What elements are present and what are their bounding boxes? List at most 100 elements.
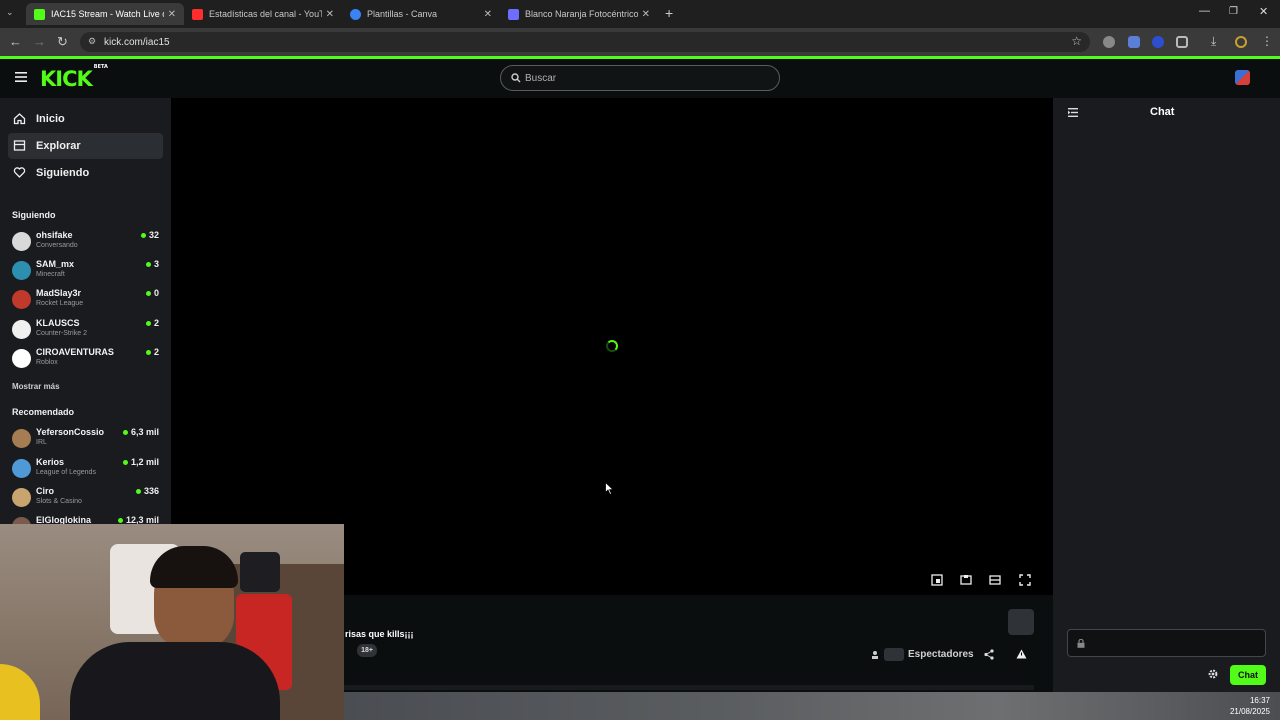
theater-mode-icon[interactable] xyxy=(989,574,1001,586)
followed-channel[interactable]: KLAUSCS Counter-Strike 2 2 xyxy=(0,316,171,344)
sidebar: Inicio Explorar Siguiendo Siguiendo ohsi… xyxy=(0,98,171,524)
viewer-count: 12,3 mil xyxy=(117,515,159,524)
lock-icon xyxy=(1077,639,1085,648)
close-tab-icon[interactable]: ✕ xyxy=(642,9,650,20)
viewer-count: 2 xyxy=(145,347,159,357)
tab-title: Plantillas - Canva xyxy=(367,9,438,19)
beta-badge: BETA xyxy=(93,64,108,70)
show-more-link[interactable]: Mostrar más xyxy=(12,382,60,391)
chat-send-button[interactable]: Chat xyxy=(1230,665,1266,685)
stream-title: risas que kills¡¡¡ xyxy=(345,629,414,639)
tab-title: IAC15 Stream - Watch Live on Kick xyxy=(51,9,164,19)
live-dot-icon xyxy=(140,232,146,238)
browser-tab-canva-design[interactable]: Blanco Naranja Fotocéntrico Moderno ✕ xyxy=(500,3,658,25)
browser-tab-bar: ⌄ IAC15 Stream - Watch Live on Kick ✕ Es… xyxy=(0,0,1280,28)
channel-category: Conversando xyxy=(36,242,78,249)
canva-favicon-icon xyxy=(350,8,361,20)
channel-name: ElGloglokina xyxy=(36,515,92,524)
age-tag-badge[interactable]: 18+ xyxy=(357,644,377,657)
webcam-overlay xyxy=(0,524,344,720)
bookmark-star-icon[interactable]: ☆ xyxy=(1071,34,1082,48)
recommended-channel[interactable]: YefersonCossio IRL 6,3 mil xyxy=(0,425,171,453)
site-info-icon[interactable]: ⚙ xyxy=(88,36,96,47)
followed-channel[interactable]: SAM_mx Minecraft 3 xyxy=(0,257,171,285)
new-tab-icon[interactable]: + xyxy=(665,5,673,21)
close-tab-icon[interactable]: ✕ xyxy=(326,9,334,20)
browser-tab-youtube[interactable]: Estadísticas del canal - YouTube Studio … xyxy=(184,3,342,25)
menu-icon[interactable] xyxy=(15,72,27,82)
fullscreen-icon[interactable] xyxy=(1019,574,1031,586)
viewer-count-placeholder xyxy=(884,648,904,661)
system-clock[interactable]: 16:37 21/08/2025 xyxy=(1230,695,1270,717)
recommended-section-title: Recomendado xyxy=(12,407,75,417)
channel-category: Slots & Casino xyxy=(36,498,82,505)
chat-panel xyxy=(1053,98,1280,692)
channel-category: Counter-Strike 2 xyxy=(36,330,87,337)
tab-title: Blanco Naranja Fotocéntrico Moderno xyxy=(525,9,638,19)
share-icon[interactable] xyxy=(984,649,994,660)
collapse-chat-icon[interactable] xyxy=(1068,108,1078,117)
channel-name: Kerios xyxy=(36,457,65,467)
restore-window-icon[interactable]: ❐ xyxy=(1229,6,1238,17)
extension-camera-icon[interactable] xyxy=(1103,36,1115,48)
tab-search-icon[interactable]: ⌄ xyxy=(6,7,14,18)
youtube-favicon-icon xyxy=(192,8,203,20)
forward-icon[interactable]: → xyxy=(33,34,46,49)
close-tab-icon[interactable]: ✕ xyxy=(168,9,176,20)
live-dot-icon xyxy=(145,261,151,267)
avatar xyxy=(12,290,31,309)
address-bar[interactable]: ⚙ kick.com/iac15 ☆ xyxy=(80,32,1090,52)
follow-button[interactable] xyxy=(1008,609,1034,635)
sidebar-item-siguiendo[interactable]: Siguiendo xyxy=(8,160,163,186)
reload-icon[interactable]: ↻ xyxy=(57,34,68,50)
sidebar-item-inicio[interactable]: Inicio xyxy=(8,106,163,132)
avatar xyxy=(12,429,31,448)
url-text: kick.com/iac15 xyxy=(104,36,170,48)
minimize-window-icon[interactable]: — xyxy=(1199,5,1210,17)
user-avatar[interactable] xyxy=(1235,70,1250,85)
heart-icon xyxy=(13,167,26,178)
report-warning-icon[interactable] xyxy=(1016,649,1027,659)
live-dot-icon xyxy=(135,488,141,494)
following-section-title: Siguiendo xyxy=(12,210,56,220)
live-dot-icon xyxy=(122,459,128,465)
viewer-count: 32 xyxy=(140,230,159,240)
followed-channel[interactable]: MadSlay3r Rocket League 0 xyxy=(0,286,171,314)
recommended-channel[interactable]: ElGloglokina 12,3 mil xyxy=(0,513,171,524)
video-player[interactable] xyxy=(171,98,1053,595)
sidebar-item-label: Siguiendo xyxy=(36,167,90,179)
followed-channel[interactable]: ohsifake Conversando 32 xyxy=(0,228,171,256)
channel-name: CIROAVENTURAS xyxy=(36,347,114,357)
recommended-channel[interactable]: Ciro Slots & Casino 336 xyxy=(0,484,171,512)
compass-icon xyxy=(13,140,26,151)
sidebar-item-label: Explorar xyxy=(36,140,81,152)
chat-message-input[interactable] xyxy=(1067,629,1266,657)
picture-in-picture-icon[interactable] xyxy=(960,574,972,586)
home-icon xyxy=(13,113,26,125)
people-icon xyxy=(872,651,878,659)
viewer-count: 336 xyxy=(135,486,159,496)
live-dot-icon xyxy=(145,349,151,355)
browser-tab-canva[interactable]: Plantillas - Canva ✕ xyxy=(342,3,500,25)
extension-shield-icon[interactable] xyxy=(1152,36,1164,48)
extension-translate-icon[interactable] xyxy=(1128,36,1140,48)
recommended-channel[interactable]: Kerios League of Legends 1,2 mil xyxy=(0,455,171,483)
os-taskbar: 16:37 21/08/2025 xyxy=(344,692,1280,720)
extensions-puzzle-icon[interactable] xyxy=(1176,36,1188,48)
browser-tab-kick[interactable]: IAC15 Stream - Watch Live on Kick ✕ xyxy=(26,3,184,25)
search-input[interactable]: Buscar xyxy=(500,65,780,91)
followed-channel[interactable]: CIROAVENTURAS Roblox 2 xyxy=(0,345,171,373)
close-window-icon[interactable]: ✕ xyxy=(1259,5,1268,18)
sidebar-item-explorar[interactable]: Explorar xyxy=(8,133,163,159)
clip-icon[interactable] xyxy=(931,574,943,586)
download-icon[interactable]: ⤓ xyxy=(1211,34,1216,49)
browser-menu-icon[interactable]: ⋮ xyxy=(1261,34,1273,48)
back-icon[interactable]: ← xyxy=(9,34,22,49)
viewers-label: Espectadores xyxy=(908,649,974,660)
chat-settings-gear-icon[interactable] xyxy=(1208,669,1218,679)
profile-icon[interactable] xyxy=(1235,36,1247,48)
channel-name: KLAUSCS xyxy=(36,318,80,328)
channel-category: Roblox xyxy=(36,359,58,366)
kick-logo[interactable]: KICK BETA xyxy=(40,64,108,91)
close-tab-icon[interactable]: ✕ xyxy=(484,9,492,20)
